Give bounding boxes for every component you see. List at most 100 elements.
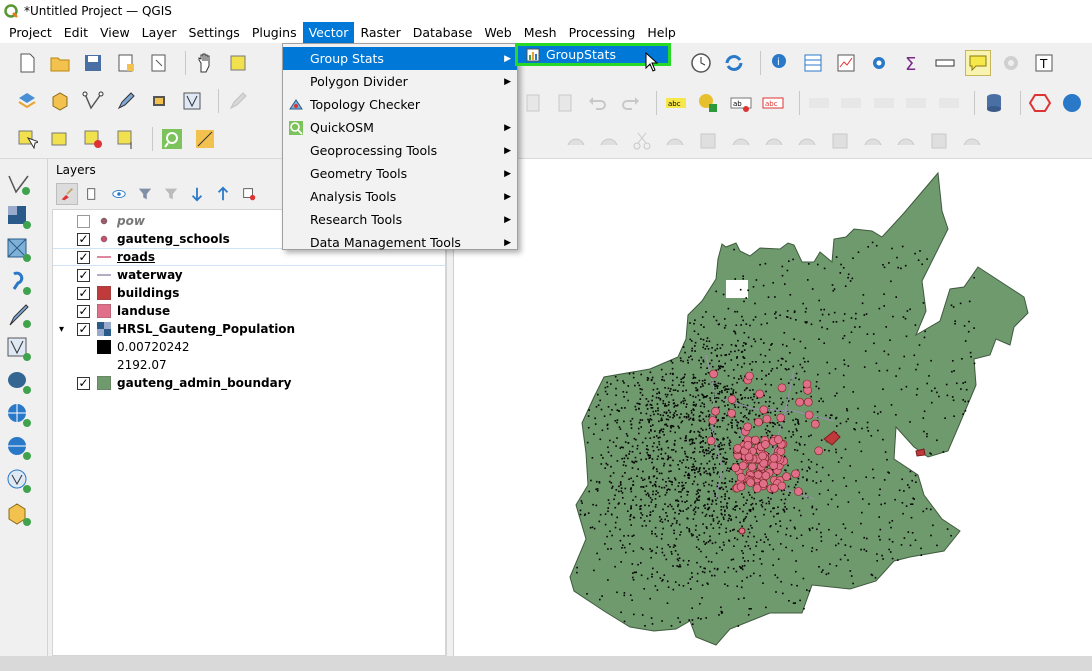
redo-button[interactable]: [618, 90, 644, 116]
identify-features-button[interactable]: i: [767, 50, 793, 76]
layer-row[interactable]: ✓ gauteng_admin_boundary: [53, 374, 445, 392]
advanced-digitizing-4-button[interactable]: [662, 128, 688, 154]
map-tips-button[interactable]: [965, 50, 991, 76]
open-attribute-table-button[interactable]: [800, 50, 826, 76]
vector-menu-item-data-management-tools[interactable]: Data Management Tools ▶: [283, 231, 517, 254]
paste-features-button[interactable]: [553, 90, 579, 116]
select-features-button[interactable]: [14, 126, 40, 152]
add-wfs-layer-button[interactable]: [6, 435, 34, 463]
temporal-controller-button[interactable]: [688, 50, 714, 76]
layer-visibility-checkbox[interactable]: ✓: [77, 232, 90, 246]
advanced-digitizing-9-button[interactable]: [827, 128, 853, 154]
menu-vector[interactable]: Vector: [302, 22, 355, 43]
label-tool-2-button[interactable]: [838, 90, 864, 116]
digitize-button[interactable]: [80, 88, 106, 114]
layer-visibility-checkbox[interactable]: ✓: [77, 250, 90, 264]
advanced-digitizing-12-button[interactable]: [926, 128, 952, 154]
menu-project[interactable]: Project: [3, 22, 58, 43]
layer-row[interactable]: 2192.07: [53, 356, 445, 374]
vector-menu-item-topology-checker[interactable]: Topology Checker: [283, 93, 517, 116]
menu-view[interactable]: View: [94, 22, 136, 43]
save-project-button[interactable]: [80, 50, 106, 76]
pan-map-button[interactable]: [192, 50, 218, 76]
remove-layer-button[interactable]: [238, 183, 260, 205]
label-tool-3-button[interactable]: [871, 90, 897, 116]
expand-arrow-icon[interactable]: ▾: [59, 324, 64, 335]
deselect-button[interactable]: [80, 126, 106, 152]
layer-visibility-checkbox[interactable]: ✓: [77, 286, 90, 300]
advanced-digitizing-5-button[interactable]: [695, 128, 721, 154]
copy-features-button[interactable]: [520, 90, 546, 116]
layer-visibility-checkbox[interactable]: ✓: [77, 268, 90, 282]
menu-processing[interactable]: Processing: [563, 22, 642, 43]
hexagon-button[interactable]: [1027, 90, 1053, 116]
advanced-digitizing-10-button[interactable]: [860, 128, 886, 154]
menu-database[interactable]: Database: [407, 22, 479, 43]
pan-to-selection-button[interactable]: [225, 50, 251, 76]
measure-button[interactable]: [192, 126, 218, 152]
layer-row[interactable]: ✓ waterway: [53, 266, 445, 284]
layer-row[interactable]: 0.00720242: [53, 338, 445, 356]
add-wms-layer-button[interactable]: [6, 402, 34, 430]
add-raster-layer-button[interactable]: [6, 204, 34, 232]
expand-all-button[interactable]: [186, 183, 208, 205]
layer-row[interactable]: ▾ ✓ HRSL_Gauteng_Population: [53, 320, 445, 338]
diagram-button[interactable]: [695, 90, 721, 116]
advanced-digitizing-1-button[interactable]: [563, 128, 589, 154]
layer-visibility-checkbox[interactable]: ✓: [77, 322, 90, 336]
options-button[interactable]: [866, 50, 892, 76]
advanced-digitizing-6-button[interactable]: [728, 128, 754, 154]
add-vector-layer-button[interactable]: [6, 171, 34, 199]
add-geopackage-layer-button[interactable]: [6, 501, 34, 529]
menu-layer[interactable]: Layer: [136, 22, 183, 43]
globe-button[interactable]: [1059, 90, 1085, 116]
manage-visibility-button[interactable]: [108, 183, 130, 205]
menu-mesh[interactable]: Mesh: [518, 22, 563, 43]
toggle-editing-button[interactable]: [225, 88, 251, 114]
settings-gear-button[interactable]: [998, 50, 1024, 76]
vector-menu-item-research-tools[interactable]: Research Tools ▶: [283, 208, 517, 231]
vector-menu-item-geoprocessing-tools[interactable]: Geoprocessing Tools ▶: [283, 139, 517, 162]
new-print-layout-button[interactable]: [113, 50, 139, 76]
menu-settings[interactable]: Settings: [183, 22, 246, 43]
label-toolbar-button[interactable]: abc: [663, 90, 689, 116]
layer-row[interactable]: ✓ landuse: [53, 302, 445, 320]
add-spatialite-button[interactable]: [6, 303, 34, 331]
vector-menu-item-polygon-divider[interactable]: Polygon Divider ▶: [283, 70, 517, 93]
advanced-digitizing-11-button[interactable]: [893, 128, 919, 154]
vector-menu-item-geometry-tools[interactable]: Geometry Tools ▶: [283, 162, 517, 185]
measure-line-button[interactable]: [932, 50, 958, 76]
sum-button[interactable]: Σ: [899, 50, 925, 76]
add-delimited-text-button[interactable]: [6, 270, 34, 298]
attribute-table-button[interactable]: [47, 126, 73, 152]
chip-button[interactable]: [146, 88, 172, 114]
highlight-labels-button[interactable]: abc: [760, 90, 786, 116]
advanced-digitizing-2-button[interactable]: [596, 128, 622, 154]
search-button[interactable]: [159, 126, 185, 152]
advanced-digitizing-3-button[interactable]: [629, 128, 655, 154]
vector-menu-item-group-stats[interactable]: Group Stats ▶: [283, 47, 517, 70]
menu-raster[interactable]: Raster: [354, 22, 406, 43]
vertex-tool-button[interactable]: [179, 88, 205, 114]
menu-plugins[interactable]: Plugins: [246, 22, 303, 43]
layer-row[interactable]: ✓ buildings: [53, 284, 445, 302]
layout-manager-button[interactable]: [146, 50, 172, 76]
menu-help[interactable]: Help: [641, 22, 682, 43]
open-project-button[interactable]: [47, 50, 73, 76]
vector-menu-item-quickosm[interactable]: QuickOSM ▶: [283, 116, 517, 139]
menu-web[interactable]: Web: [478, 22, 517, 43]
layer-visibility-checkbox[interactable]: [77, 214, 90, 228]
style-manager-button[interactable]: [56, 183, 78, 205]
advanced-digitizing-8-button[interactable]: [794, 128, 820, 154]
add-vector-tile-button[interactable]: [6, 468, 34, 496]
add-virtual-layer-button[interactable]: [6, 336, 34, 364]
label-tool-4-button[interactable]: [903, 90, 929, 116]
filter-legend-button[interactable]: [134, 183, 156, 205]
statistical-summary-button[interactable]: [833, 50, 859, 76]
select-by-location-button[interactable]: [113, 126, 139, 152]
add-group-button[interactable]: [82, 183, 104, 205]
edit-pen-button[interactable]: [113, 88, 139, 114]
label-tool-5-button[interactable]: [936, 90, 962, 116]
refresh-button[interactable]: [721, 50, 747, 76]
collapse-all-button[interactable]: [212, 183, 234, 205]
